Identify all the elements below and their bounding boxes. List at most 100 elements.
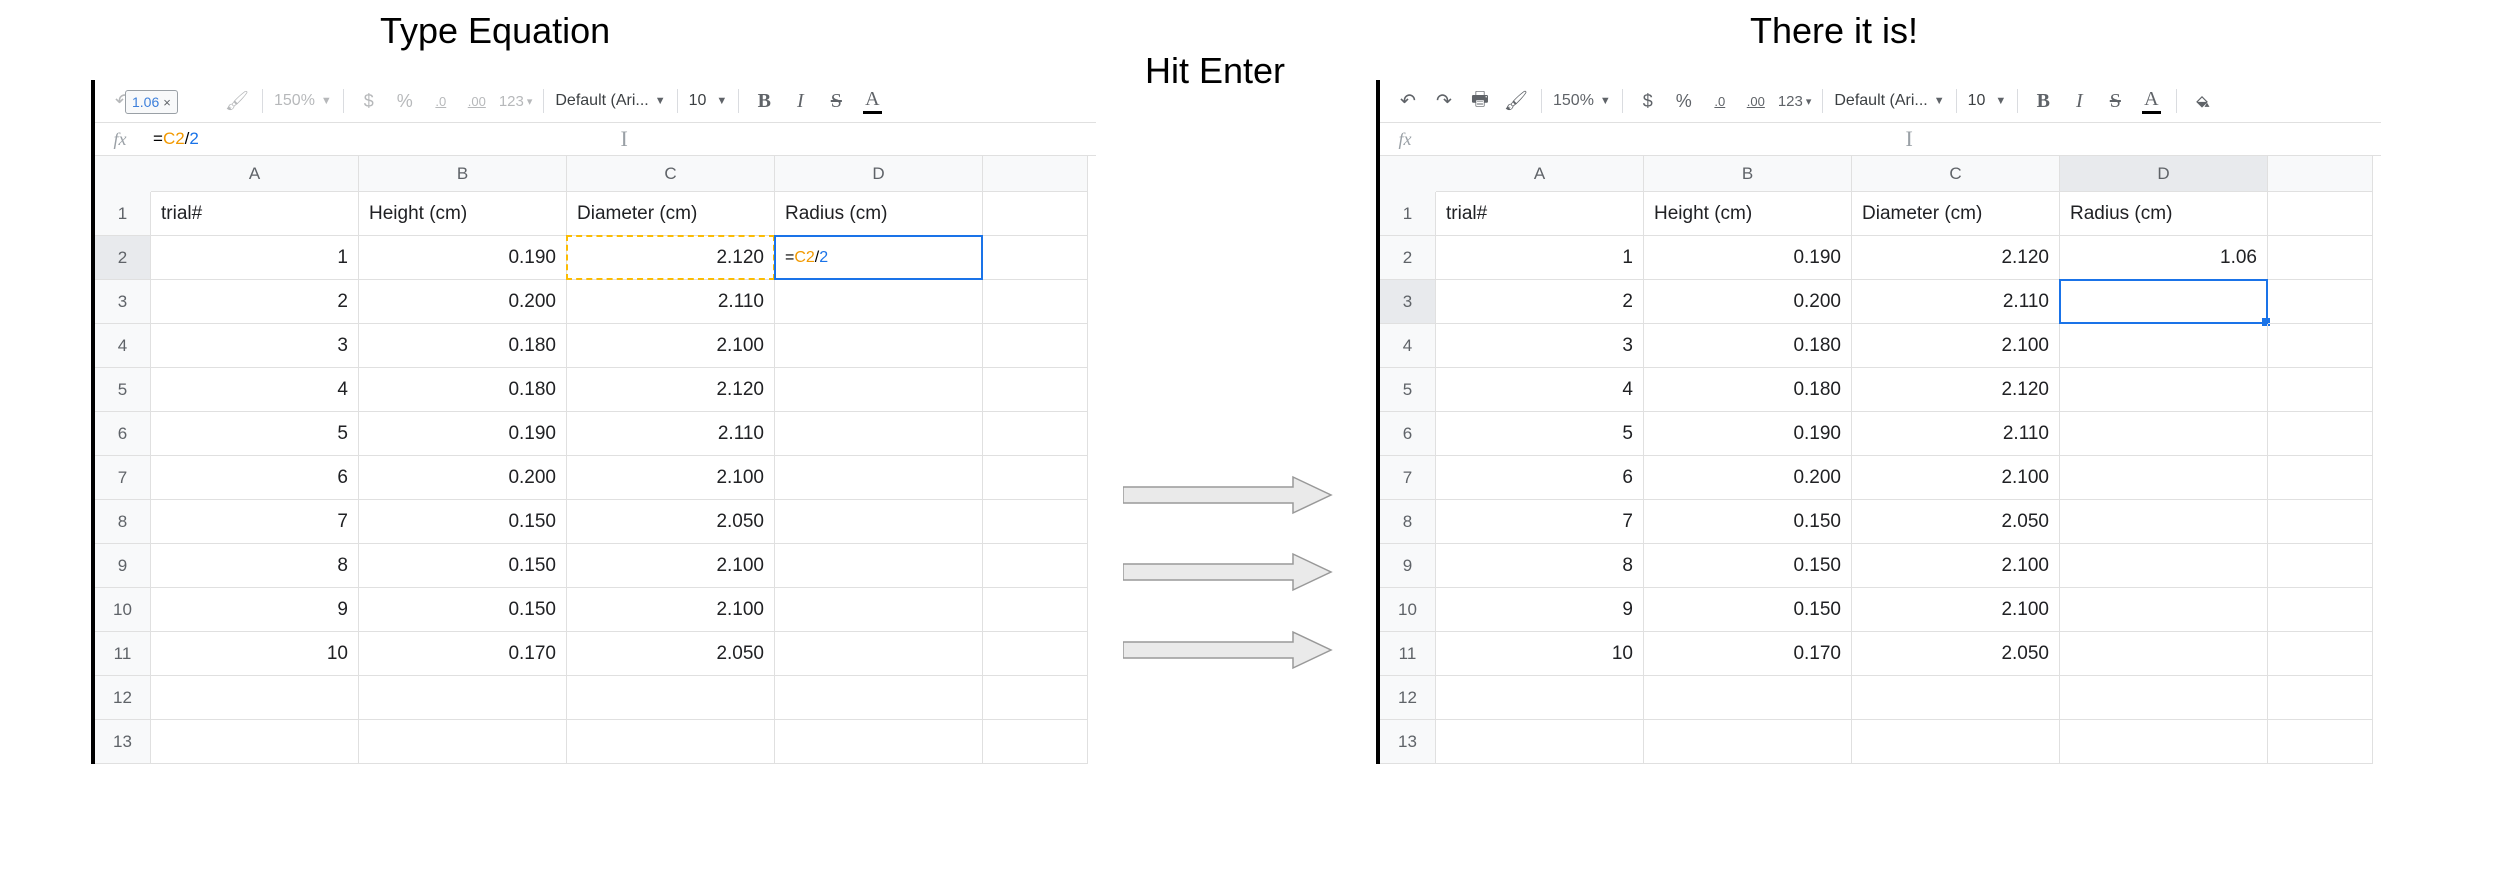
cell[interactable] [151,676,359,720]
cell[interactable] [2060,412,2268,456]
cell[interactable]: 5 [1436,412,1644,456]
cell[interactable]: 2.120 [567,236,775,280]
cell[interactable] [983,588,1088,632]
cell[interactable]: 2.120 [567,368,775,412]
cell[interactable]: 0.190 [1644,412,1852,456]
row-header[interactable]: 8 [95,500,151,544]
decrease-decimal-button[interactable]: .0 [427,86,455,116]
cell[interactable]: 6 [151,456,359,500]
cell[interactable] [983,456,1088,500]
cell[interactable] [2060,676,2268,720]
col-header-c[interactable]: C [567,156,775,192]
select-all-corner[interactable] [95,156,151,192]
row-header[interactable]: 7 [95,456,151,500]
col-header-b[interactable]: B [1644,156,1852,192]
cell[interactable] [983,236,1088,280]
formula-input[interactable]: =C2/2 I [145,123,1096,155]
cell[interactable]: 1.06 [2060,236,2268,280]
cell[interactable]: 0.200 [1644,456,1852,500]
cell[interactable]: 1 [1436,236,1644,280]
cell[interactable] [2060,324,2268,368]
fill-color-icon[interactable] [2188,86,2216,116]
row-header[interactable]: 4 [95,324,151,368]
row-header[interactable]: 8 [1380,500,1436,544]
row-header[interactable]: 2 [1380,236,1436,280]
bold-button[interactable]: B [750,86,778,116]
cell[interactable] [2268,500,2373,544]
currency-button[interactable]: $ [1634,86,1662,116]
font-select[interactable]: Default (Ari...▼ [1834,92,1944,110]
cell[interactable]: Diameter (cm) [1852,192,2060,236]
col-header-extra[interactable] [983,156,1088,192]
cell[interactable] [1644,720,1852,764]
cell[interactable]: 4 [151,368,359,412]
row-header[interactable]: 12 [95,676,151,720]
cell[interactable]: 2.100 [567,324,775,368]
cell[interactable]: 2.110 [1852,412,2060,456]
cell[interactable]: 0.180 [359,368,567,412]
cell[interactable]: 2.100 [1852,324,2060,368]
cell[interactable] [983,412,1088,456]
cell[interactable]: 0.180 [1644,368,1852,412]
fontsize-select[interactable]: 10▼ [689,92,728,110]
paint-format-icon[interactable]: 🖌 [223,86,251,116]
row-header[interactable]: 5 [1380,368,1436,412]
cell[interactable] [775,588,983,632]
cell[interactable]: 9 [1436,588,1644,632]
col-header-c[interactable]: C [1852,156,2060,192]
increase-decimal-button[interactable]: .00 [463,86,491,116]
cell[interactable] [983,368,1088,412]
cell[interactable]: 0.200 [359,280,567,324]
cell[interactable]: 2.100 [567,456,775,500]
row-header[interactable]: 3 [95,280,151,324]
fontsize-select[interactable]: 10▼ [1968,92,2007,110]
cell[interactable]: 8 [1436,544,1644,588]
cell[interactable] [775,500,983,544]
row-header[interactable]: 10 [1380,588,1436,632]
cell[interactable] [359,720,567,764]
cell[interactable] [775,280,983,324]
cell[interactable] [2268,236,2373,280]
cell[interactable]: 7 [151,500,359,544]
cell[interactable]: Height (cm) [1644,192,1852,236]
cell[interactable] [2060,368,2268,412]
row-header[interactable]: 13 [95,720,151,764]
italic-button[interactable]: I [786,86,814,116]
formula-input[interactable]: I [1430,123,2381,155]
cell[interactable] [2268,720,2373,764]
cell[interactable] [2268,192,2373,236]
cell[interactable]: 0.190 [359,412,567,456]
cell[interactable] [1436,676,1644,720]
cell[interactable]: 0.190 [359,236,567,280]
cell[interactable]: 2.050 [567,500,775,544]
zoom-select[interactable]: 150%▼ [1553,92,1611,110]
col-header-d[interactable]: D [2060,156,2268,192]
row-header[interactable]: 11 [1380,632,1436,676]
cell[interactable]: 10 [151,632,359,676]
cell[interactable]: 3 [1436,324,1644,368]
row-header[interactable]: 6 [95,412,151,456]
increase-decimal-button[interactable]: .00 [1742,86,1770,116]
cell[interactable] [775,456,983,500]
cell[interactable]: 10 [1436,632,1644,676]
cell[interactable] [1852,676,2060,720]
cell[interactable] [775,676,983,720]
strikethrough-button[interactable]: S [2101,86,2129,116]
cell[interactable]: 0.150 [359,588,567,632]
cell[interactable] [2268,412,2373,456]
cell[interactable]: 2 [1436,280,1644,324]
italic-button[interactable]: I [2065,86,2093,116]
cell[interactable]: 2.100 [1852,544,2060,588]
cell[interactable]: 0.150 [1644,544,1852,588]
cell[interactable]: 0.170 [1644,632,1852,676]
col-header-d[interactable]: D [775,156,983,192]
cell[interactable] [775,412,983,456]
cell[interactable] [775,632,983,676]
cell-editing[interactable]: =C2/2 [775,236,983,280]
row-header[interactable]: 3 [1380,280,1436,324]
row-header[interactable]: 9 [1380,544,1436,588]
cell[interactable] [983,280,1088,324]
zoom-select[interactable]: 150%▼ [274,92,332,110]
row-header[interactable]: 6 [1380,412,1436,456]
cell[interactable]: 3 [151,324,359,368]
